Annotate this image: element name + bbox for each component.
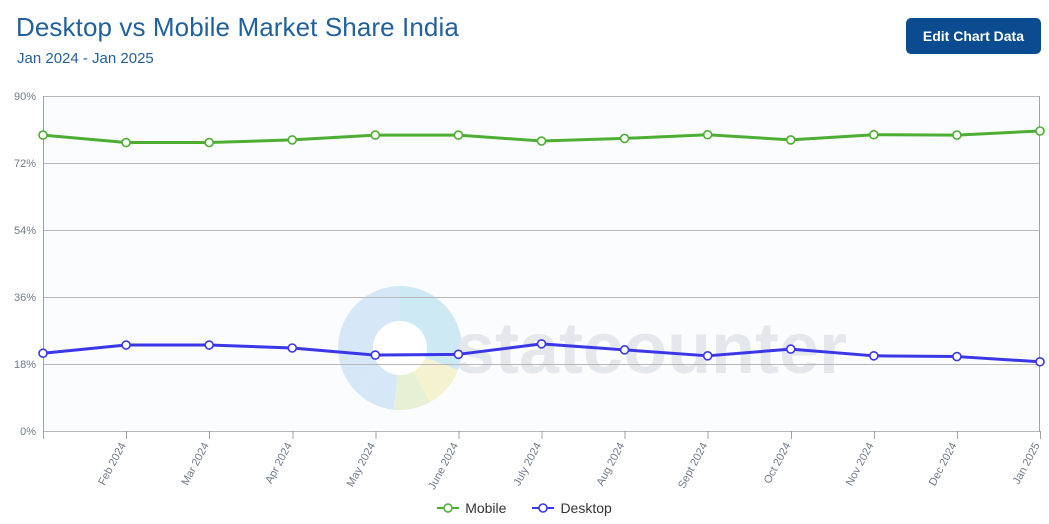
legend-marker-icon: [437, 503, 460, 513]
x-axis-tick-marks: [43, 431, 1041, 439]
data-point[interactable]: [287, 135, 298, 145]
y-axis-tick-label: 90%: [14, 91, 36, 103]
data-point[interactable]: [702, 129, 713, 140]
data-point[interactable]: [619, 133, 630, 144]
x-axis-tick-label: May 2024: [345, 441, 378, 489]
page-title: Desktop vs Mobile Market Share India: [16, 12, 459, 42]
x-axis-tick-label: Aug 2024: [595, 441, 628, 488]
legend-marker-icon: [532, 503, 555, 513]
y-axis-tick-label: 54%: [14, 225, 36, 237]
data-point[interactable]: [121, 340, 131, 350]
data-point[interactable]: [785, 344, 796, 354]
y-axis-tick-label: 36%: [14, 292, 36, 304]
data-point[interactable]: [952, 130, 962, 140]
x-axis-tick-label: Nov 2024: [844, 441, 877, 488]
data-point[interactable]: [1035, 356, 1045, 367]
data-point[interactable]: [370, 130, 381, 140]
data-point[interactable]: [38, 130, 48, 140]
data-point[interactable]: [1035, 126, 1045, 136]
y-axis-tick-label: 72%: [14, 158, 36, 170]
legend-item-mobile[interactable]: Mobile: [437, 500, 506, 516]
data-point[interactable]: [952, 351, 962, 362]
data-point[interactable]: [38, 348, 48, 359]
data-point[interactable]: [702, 351, 713, 361]
x-axis-tick-label: Sept 2024: [676, 441, 710, 491]
x-axis-tick-label: Jan 2025: [1011, 441, 1043, 487]
y-axis-tick-labels: 0% 18% 36% 54% 72% 90%: [14, 91, 36, 438]
page-subtitle: Jan 2024 - Jan 2025: [17, 50, 154, 67]
chart-legend: Mobile Desktop: [0, 495, 1049, 521]
edit-chart-data-button[interactable]: Edit Chart Data: [905, 18, 1041, 54]
data-point[interactable]: [869, 351, 879, 361]
data-point[interactable]: [121, 137, 131, 148]
data-point[interactable]: [453, 349, 464, 360]
data-point[interactable]: [536, 136, 547, 146]
data-point[interactable]: [204, 340, 214, 350]
data-point[interactable]: [785, 135, 796, 145]
data-point[interactable]: [287, 343, 298, 353]
chart-canvas: statcounter 0% 18% 36% 54% 72% 90% Feb 2024 Ma…: [0, 88, 1049, 524]
legend-item-desktop[interactable]: Desktop: [532, 500, 612, 516]
data-point[interactable]: [869, 129, 879, 140]
x-axis-tick-label: Feb 2024: [96, 441, 128, 488]
legend-label: Desktop: [560, 500, 612, 516]
data-point[interactable]: [619, 345, 630, 355]
line-chart: statcounter 0%18%36%54%72%90% Feb 2024 Ma…: [14, 91, 1045, 492]
data-point[interactable]: [204, 137, 214, 148]
x-axis-tick-label: Oct 2024: [762, 441, 794, 486]
x-axis-tick-labels: Feb 2024 Mar 2024 Apr 2024 May 2024 June 202…: [96, 441, 1042, 492]
chart-header: Desktop vs Mobile Market Share India Jan…: [0, 0, 1049, 88]
y-axis-tick-label: 0%: [20, 426, 36, 438]
x-axis-tick-label: Apr 2024: [263, 441, 295, 486]
x-axis-tick-label: July 2024: [511, 441, 544, 488]
legend-label: Mobile: [465, 500, 507, 516]
data-point[interactable]: [536, 339, 547, 349]
y-axis-tick-label: 18%: [14, 359, 36, 371]
x-axis-tick-label: June 2024: [426, 441, 461, 492]
data-point[interactable]: [370, 350, 381, 360]
x-axis-tick-label: Dec 2024: [927, 441, 960, 488]
data-point[interactable]: [453, 130, 464, 140]
x-axis-tick-label: Mar 2024: [179, 441, 211, 488]
